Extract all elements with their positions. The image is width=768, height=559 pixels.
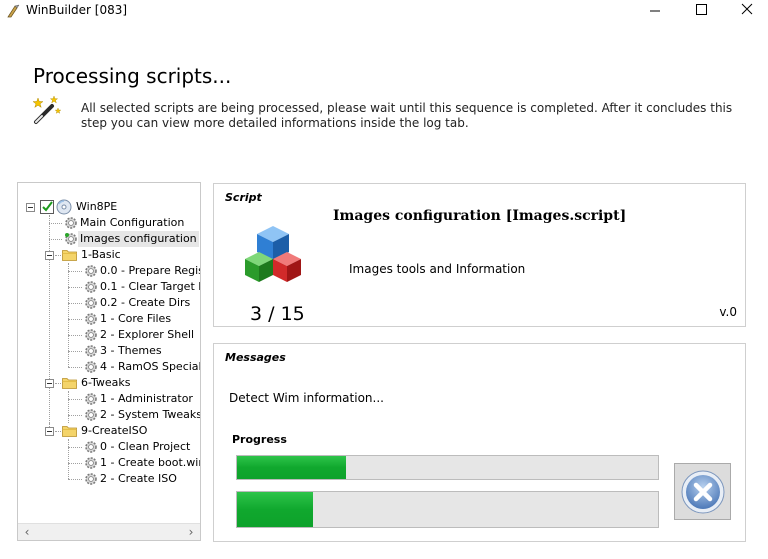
tree-item[interactable]: 1-Basic [18, 247, 200, 263]
tree-item-label: 0.1 - Clear Target Di [100, 280, 201, 293]
minimize-icon [650, 10, 660, 12]
window-title: WinBuilder [083] [26, 3, 128, 17]
tree-item-label: 4 - RamOS Special [100, 360, 201, 373]
maximize-button[interactable] [678, 0, 724, 22]
script-description: Images tools and Information [349, 262, 526, 276]
close-button[interactable] [722, 0, 768, 22]
messages-panel: Messages Detect Wim information... Progr… [213, 343, 746, 542]
gear-icon [65, 217, 77, 229]
page-title: Processing scripts... [33, 64, 232, 88]
cubes-icon [245, 226, 301, 282]
gear-icon [85, 297, 97, 309]
tree-item-label: 1-Basic [81, 248, 121, 261]
tree-item-label: Images configuration [78, 231, 199, 247]
tree-item-label: 3 - Themes [100, 344, 162, 357]
gear-icon [85, 345, 97, 357]
tree-item-label: 2 - System Tweaks [100, 408, 201, 421]
overall-progress-fill [237, 492, 313, 527]
tree-item-label: Main Configuration [80, 216, 185, 229]
collapse-toggle[interactable] [45, 251, 54, 260]
script-counter: 3 / 15 [250, 303, 305, 325]
tree-item[interactable]: 0 - Clean Project [18, 439, 200, 455]
gear-icon [85, 313, 97, 325]
gear-icon [85, 329, 97, 341]
script-caption: Script [225, 191, 262, 204]
tree-item-label: 2 - Create ISO [100, 472, 177, 485]
tree-item[interactable]: Images configuration [18, 231, 200, 247]
disc-icon [56, 199, 72, 215]
gear-icon [85, 441, 97, 453]
gear-icon [65, 233, 77, 245]
script-panel: Script Images configuration [Images.scri… [213, 183, 746, 327]
app-icon [7, 4, 20, 18]
cancel-x-icon [681, 470, 725, 514]
gear-icon [85, 473, 97, 485]
gear-icon [85, 393, 97, 405]
progress-label: Progress [232, 433, 287, 446]
scroll-right-icon[interactable]: › [184, 526, 198, 539]
tree-item[interactable]: 0.2 - Create Dirs [18, 295, 200, 311]
tree-item[interactable]: 2 - Create ISO [18, 471, 200, 487]
script-version: v.0 [719, 305, 737, 319]
script-tree[interactable]: Win8PE Main Configuration Images configur… [17, 182, 201, 541]
script-progress-bar [236, 455, 659, 480]
gear-icon [85, 265, 97, 277]
tree-item[interactable]: 2 - System Tweaks [18, 407, 201, 423]
collapse-toggle[interactable] [26, 203, 35, 212]
title-bar: WinBuilder [083] [0, 0, 768, 22]
tree-item-label: 1 - Administrator [100, 392, 193, 405]
horizontal-scrollbar[interactable]: ‹ › [18, 523, 200, 540]
maximize-icon [696, 4, 707, 15]
tree-item[interactable]: 0.1 - Clear Target Di [18, 279, 201, 295]
checkbox-checked-icon[interactable] [40, 200, 54, 214]
gear-icon [85, 281, 97, 293]
tree-item[interactable]: 4 - RamOS Special [18, 359, 201, 375]
folder-icon [62, 426, 77, 437]
tree-item[interactable]: 1 - Create boot.wim [18, 455, 201, 471]
close-icon [741, 3, 753, 15]
minimize-button[interactable] [632, 0, 678, 22]
tree-item[interactable]: 1 - Core Files [18, 311, 200, 327]
collapse-toggle[interactable] [45, 379, 54, 388]
collapse-toggle[interactable] [45, 427, 54, 436]
cancel-button[interactable] [674, 463, 731, 520]
tree-item-label: 1 - Core Files [100, 312, 172, 325]
tree-item[interactable]: 0.0 - Prepare Registi [18, 263, 201, 279]
script-progress-fill [237, 456, 347, 479]
tree-item-label: 0.2 - Create Dirs [100, 296, 191, 309]
overall-progress-bar [236, 491, 659, 528]
gear-icon [85, 361, 97, 373]
tree-root[interactable]: Win8PE [18, 199, 198, 215]
folder-icon [62, 378, 77, 389]
tree-item-label: 2 - Explorer Shell [100, 328, 195, 341]
tree-item[interactable]: 2 - Explorer Shell [18, 327, 200, 343]
script-title: Images configuration [Images.script] [333, 208, 627, 224]
tree-item-label: 0.0 - Prepare Registi [100, 264, 201, 277]
tree-item[interactable]: 1 - Administrator [18, 391, 200, 407]
tree-item[interactable]: 3 - Themes [18, 343, 200, 359]
tree-item-label: 0 - Clean Project [100, 440, 191, 453]
gear-icon [85, 409, 97, 421]
tree-root-label: Win8PE [76, 200, 118, 213]
tree-item[interactable]: 6-Tweaks [18, 375, 200, 391]
gear-icon [85, 457, 97, 469]
status-message: Detect Wim information... [229, 391, 384, 405]
tree-item-label: 9-CreateISO [81, 424, 148, 437]
tree-item-label: 1 - Create boot.wim [100, 456, 201, 469]
magic-wand-icon [32, 95, 62, 124]
messages-caption: Messages [225, 351, 286, 364]
tree-item[interactable]: Main Configuration [18, 215, 200, 231]
folder-icon [62, 250, 77, 261]
header-description: All selected scripts are being processed… [81, 101, 733, 130]
tree-item-label: 6-Tweaks [81, 376, 131, 389]
scroll-left-icon[interactable]: ‹ [20, 526, 34, 539]
tree-item[interactable]: 9-CreateISO [18, 423, 200, 439]
